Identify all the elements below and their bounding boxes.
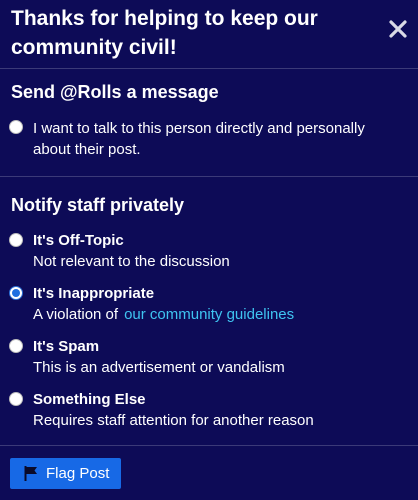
off-topic-radio[interactable]: [9, 233, 23, 247]
flag-post-label: Flag Post: [46, 465, 110, 482]
inappropriate-title: It's Inappropriate: [33, 285, 155, 302]
option-inappropriate[interactable]: It's Inappropriate A violation of our com…: [9, 284, 409, 326]
flag-icon: [24, 466, 38, 481]
spam-title: It's Spam: [33, 338, 100, 355]
inappropriate-description-text: A violation of: [33, 306, 119, 323]
message-section-title: Send @Rolls a message: [11, 82, 219, 102]
modal-header: Thanks for helping to keep our community…: [0, 0, 418, 68]
header-divider: [0, 68, 418, 69]
modal-title: Thanks for helping to keep our community…: [11, 7, 318, 59]
staff-section-title: Notify staff privately: [11, 195, 185, 215]
footer-divider: [0, 445, 418, 446]
something-else-description: Requires staff attention for another rea…: [33, 412, 314, 429]
inappropriate-radio[interactable]: [9, 286, 23, 300]
option-something-else[interactable]: Something Else Requires staff attention …: [9, 390, 409, 432]
off-topic-title: It's Off-Topic: [33, 232, 124, 249]
spam-radio[interactable]: [9, 339, 23, 353]
close-icon[interactable]: [387, 18, 409, 40]
message-option-label: I want to talk to this person directly a…: [33, 120, 365, 158]
option-spam[interactable]: It's Spam This is an advertisement or va…: [9, 337, 409, 379]
something-else-radio[interactable]: [9, 392, 23, 406]
message-option-radio[interactable]: [9, 120, 23, 134]
community-guidelines-link[interactable]: our community guidelines: [124, 306, 294, 323]
spam-description: This is an advertisement or vandalism: [33, 359, 285, 376]
inappropriate-description: A violation of our community guidelines: [33, 305, 294, 325]
off-topic-description: Not relevant to the discussion: [33, 253, 230, 270]
flag-post-button[interactable]: Flag Post: [10, 458, 121, 489]
flag-modal: Thanks for helping to keep our community…: [0, 0, 418, 500]
option-off-topic[interactable]: It's Off-Topic Not relevant to the discu…: [9, 231, 409, 273]
something-else-title: Something Else: [33, 391, 146, 408]
section-divider: [0, 176, 418, 177]
message-option[interactable]: I want to talk to this person directly a…: [9, 118, 409, 162]
